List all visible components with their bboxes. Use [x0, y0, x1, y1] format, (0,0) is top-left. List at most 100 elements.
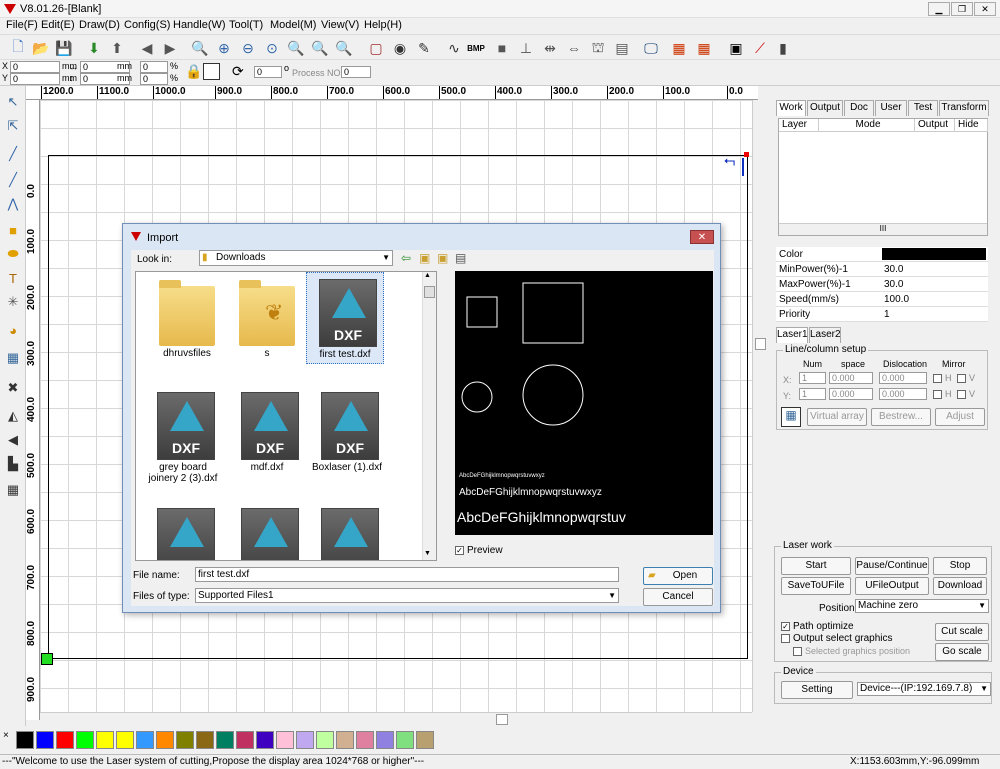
scroll-thumb[interactable] [424, 286, 435, 298]
vertical-scroll-thumb[interactable] [755, 338, 766, 350]
color-swatch[interactable] [336, 731, 354, 749]
export-icon[interactable]: ⬆ [107, 38, 127, 58]
file-item-selected[interactable]: DXF first test.dxf [306, 272, 384, 364]
array-grid-icon[interactable]: ▦ [3, 480, 23, 500]
tree-icon[interactable]: ⊥ [516, 38, 536, 58]
color-swatch[interactable] [416, 731, 434, 749]
x-num-field[interactable]: 1 [799, 372, 826, 384]
menu-file[interactable]: File(F) [6, 19, 38, 31]
color-swatch[interactable] [376, 731, 394, 749]
file-item-dxf[interactable] [144, 506, 222, 560]
color-swatch[interactable] [236, 731, 254, 749]
path-optimize-checkbox[interactable]: ✓ Path optimize [781, 621, 854, 632]
select-arrow-icon[interactable]: ↖ [3, 92, 23, 112]
color-swatch[interactable] [56, 731, 74, 749]
grid-icon[interactable]: ▦ [3, 348, 23, 368]
prop-value[interactable]: 1 [884, 309, 890, 320]
preview-checkbox[interactable]: ✓ Preview [455, 545, 503, 556]
color-swatch[interactable] [156, 731, 174, 749]
new-folder-icon[interactable]: ▣ [437, 251, 448, 265]
file-item-dxf[interactable]: DXF Boxlaser (1).dxf [308, 390, 386, 473]
tab-laser2[interactable]: Laser2 [809, 327, 841, 343]
cut-scale-button[interactable]: Cut scale [935, 623, 989, 641]
bestrew-button[interactable]: Bestrew... [871, 408, 931, 426]
square-icon[interactable]: ■ [492, 38, 512, 58]
color-swatch[interactable] [276, 731, 294, 749]
camera-icon[interactable]: ▣ [726, 38, 746, 58]
color-swatch[interactable] [316, 731, 334, 749]
scale-y-field[interactable]: 0 [140, 73, 168, 85]
color-swatch[interactable] [176, 731, 194, 749]
cancel-button[interactable]: Cancel [643, 588, 713, 606]
array-setup-icon[interactable]: ▦ [781, 407, 801, 427]
zoom-in-icon[interactable]: 🔍 [190, 38, 210, 58]
rect-select-icon[interactable]: ▢ [366, 38, 386, 58]
file-item-dxf[interactable] [308, 506, 386, 560]
array-icon[interactable]: ▦ [669, 38, 689, 58]
color-swatch[interactable] [116, 731, 134, 749]
y-num-field[interactable]: 1 [799, 388, 826, 400]
close-button[interactable]: ✕ [974, 2, 996, 16]
star-icon[interactable]: ✳ [3, 292, 23, 312]
prop-row[interactable]: Priority 1 [776, 307, 988, 322]
x-mirror-v[interactable]: V [957, 373, 975, 384]
color-swatch[interactable] [396, 731, 414, 749]
machine-icon[interactable]: ⛫ [588, 38, 608, 58]
color-swatch[interactable] [96, 731, 114, 749]
look-in-select[interactable]: ▮ Downloads ▼ [199, 250, 393, 266]
scroll-down-icon[interactable]: ▼ [424, 550, 431, 557]
prop-value[interactable]: 100.0 [884, 294, 909, 305]
file-item-dxf[interactable] [228, 506, 306, 560]
zoom-window-icon[interactable]: 🔍 [334, 38, 354, 58]
color-swatch[interactable] [882, 248, 986, 260]
x-field[interactable]: 0 [10, 61, 60, 73]
y-field[interactable]: 0 [10, 73, 60, 85]
stop-button[interactable]: Stop [933, 557, 987, 575]
laser-icon[interactable]: ⟋ [750, 38, 770, 58]
file-item-folder[interactable]: ❦ s [228, 276, 306, 359]
zoom-select-icon[interactable]: 🔍 [310, 38, 330, 58]
x-dislocation-field[interactable]: 0.000 [879, 372, 927, 384]
start-button[interactable]: Start [781, 557, 851, 575]
monitor-icon[interactable]: 🖵 [641, 38, 661, 58]
device-select[interactable]: Device---(IP:192.169.7.8) ▼ [857, 682, 991, 696]
prop-value[interactable]: 30.0 [884, 279, 903, 290]
menu-help[interactable]: Help(H) [364, 19, 402, 31]
pen-icon[interactable]: ✎ [414, 38, 434, 58]
prop-value[interactable]: 30.0 [884, 264, 903, 275]
rotate-field[interactable]: 0 [254, 66, 282, 78]
mirror-h-icon[interactable]: ◭ [3, 406, 23, 426]
go-scale-button[interactable]: Go scale [935, 643, 989, 661]
up-folder-icon[interactable]: ▣ [419, 251, 430, 265]
file-item-dxf[interactable]: DXF mdf.dxf [228, 390, 306, 473]
vertical-scrollbar[interactable] [752, 100, 768, 712]
undo-icon[interactable]: ◀ [137, 38, 157, 58]
palette-close-icon[interactable]: × [3, 730, 9, 741]
import-icon[interactable]: ⬇ [84, 38, 104, 58]
y-mirror-v[interactable]: V [957, 389, 975, 400]
menu-tool[interactable]: Tool(T) [229, 19, 263, 31]
zoom-fit-icon[interactable]: ⊙ [262, 38, 282, 58]
file-name-input[interactable]: first test.dxf [195, 567, 619, 582]
menu-edit[interactable]: Edit(E) [41, 19, 75, 31]
layer-table-hscroll[interactable]: III [779, 223, 987, 235]
bmp-icon[interactable]: BMP [466, 38, 486, 58]
zoom-page-icon[interactable]: 🔍 [286, 38, 306, 58]
tab-transform[interactable]: Transform [939, 100, 989, 116]
prop-row[interactable]: MinPower(%)-1 30.0 [776, 262, 988, 277]
node-edit-icon[interactable]: ◉ [390, 38, 410, 58]
menu-model[interactable]: Model(M) [270, 19, 316, 31]
mirror-v-icon[interactable]: ◀ [3, 430, 23, 450]
minimize-button[interactable]: ▁ [928, 2, 950, 16]
y-space-field[interactable]: 0.000 [829, 388, 873, 400]
color-swatch[interactable] [256, 731, 274, 749]
color-swatch[interactable] [196, 731, 214, 749]
color-swatch[interactable] [136, 731, 154, 749]
x-space-field[interactable]: 0.000 [829, 372, 873, 384]
prop-row[interactable]: Speed(mm/s) 100.0 [776, 292, 988, 307]
y-dislocation-field[interactable]: 0.000 [879, 388, 927, 400]
bitmap-icon[interactable]: ◕ [3, 320, 23, 340]
tab-test[interactable]: Test [908, 100, 938, 116]
menu-handle[interactable]: Handle(W) [173, 19, 226, 31]
menu-draw[interactable]: Draw(D) [79, 19, 120, 31]
